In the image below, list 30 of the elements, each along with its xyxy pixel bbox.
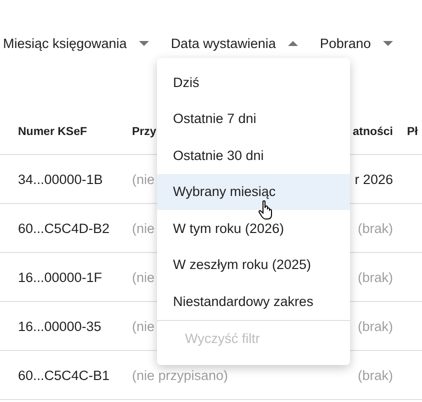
table-cell: (nie	[132, 318, 155, 334]
table-cell: (nie	[132, 270, 155, 284]
menu-item[interactable]: W zeszłym roku (2025)	[157, 246, 350, 283]
table-cell: (nie	[132, 172, 155, 186]
table-cell: 34...00000-1B	[18, 172, 103, 186]
column-header: Pł	[407, 126, 418, 138]
column-header: atności	[352, 126, 393, 138]
table-cell: (nie	[132, 220, 155, 236]
column-header: Przy	[132, 126, 156, 138]
menu-item[interactable]: Wybrany miesiąc	[157, 174, 350, 210]
filter-dropdown[interactable]: Miesiąc księgowania	[3, 36, 149, 50]
table-cell: (nie przypisano)	[132, 368, 228, 382]
table-cell: (brak)	[358, 368, 393, 382]
menu-item[interactable]: Niestandardowy zakres	[157, 283, 350, 320]
filter-dropdown[interactable]: Data wystawienia	[170, 36, 298, 50]
table-cell: (brak)	[358, 318, 393, 334]
table-cell: 16...00000-1F	[18, 270, 102, 284]
hand-cursor-icon	[258, 200, 274, 220]
table-cell: 60...C5C4C-B1	[18, 368, 110, 382]
table-cell: 60...C5C4D-B2	[18, 220, 110, 236]
menu-item[interactable]: W tym roku (2026)	[157, 210, 350, 246]
menu-item[interactable]: Ostatnie 7 dni	[157, 100, 350, 137]
table-cell: r 2026	[354, 172, 393, 186]
menu-item[interactable]: Dziś	[157, 64, 350, 100]
table-cell: (brak)	[358, 220, 393, 236]
table-cell: 16...00000-35	[18, 318, 102, 334]
column-header: Numer KSeF	[18, 126, 88, 138]
filter-dropdown[interactable]: Pobrano	[320, 36, 393, 50]
table-cell: (brak)	[358, 270, 393, 284]
menu-item[interactable]: Ostatnie 30 dni	[157, 137, 350, 174]
